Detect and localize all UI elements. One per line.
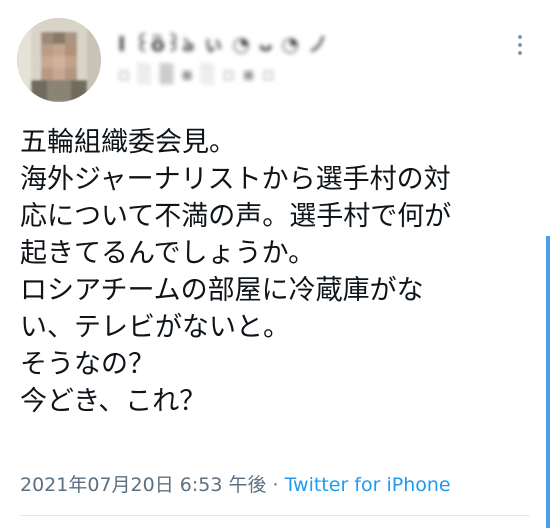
tweet-text-line: い、テレビがないと。	[20, 312, 290, 343]
author-handle[interactable]: ▫ ░ ▒ ▪ ░ ▫ ▪ ▫	[118, 64, 276, 85]
tweet-meta: 2021年07月20日 6:53 午後 · Twitter for iPhone	[20, 470, 451, 497]
tweet-card: I ꒰ὃ꒱ঌ ぃ ◔ ᴗ ◔ ノ ▫ ░ ▒ ▪ ░ ▫ ▪ ▫ 五輪組織委会見…	[0, 0, 550, 528]
meta-separator: ·	[266, 474, 285, 496]
more-vertical-icon	[518, 35, 522, 39]
more-options-button[interactable]	[510, 30, 530, 60]
tweet-text-line: 五輪組織委会見。	[20, 127, 236, 158]
scroll-indicator[interactable]	[546, 236, 550, 528]
author-display-name[interactable]: I ꒰ὃ꒱ঌ ぃ ◔ ᴗ ◔ ノ	[118, 28, 329, 63]
tweet-text-line: そうなの？	[20, 349, 155, 380]
more-vertical-icon-dot	[518, 51, 522, 55]
tweet-text-line: 応について不満の声。選手村で何が	[20, 201, 452, 232]
tweet-text-line: ロシアチームの部屋に冷蔵庫がな	[20, 275, 424, 306]
avatar[interactable]	[17, 18, 101, 102]
author-info[interactable]: I ꒰ὃ꒱ঌ ぃ ◔ ᴗ ◔ ノ ▫ ░ ▒ ▪ ░ ▫ ▪ ▫	[118, 28, 418, 98]
divider	[20, 515, 530, 516]
tweet-text-line: 今どき、これ？	[20, 386, 207, 417]
tweet-text: 五輪組織委会見。 海外ジャーナリストから選手村の対 応について不満の声。選手村で…	[20, 124, 540, 420]
more-vertical-icon-dot	[518, 43, 522, 47]
tweet-text-line: 海外ジャーナリストから選手村の対	[20, 164, 451, 195]
tweet-source-link[interactable]: Twitter for iPhone	[285, 474, 451, 496]
blurred-avatar-icon	[17, 18, 101, 102]
tweet-timestamp[interactable]: 2021年07月20日 6:53 午後	[20, 474, 266, 496]
tweet-text-line: 起きてるんでしょうか。	[20, 238, 316, 269]
